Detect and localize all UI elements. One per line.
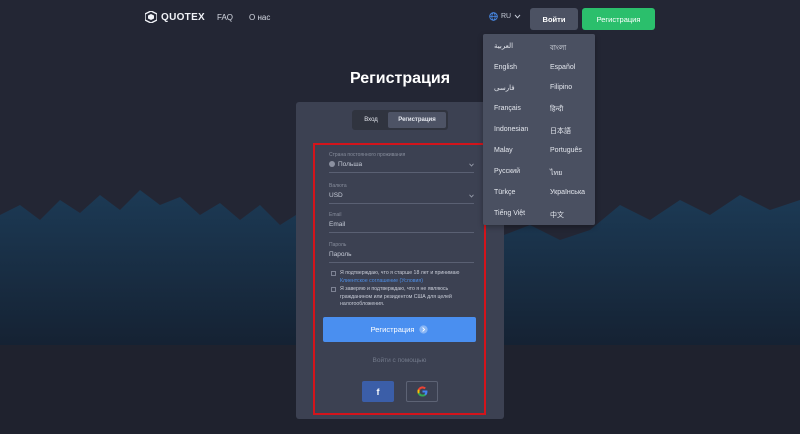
chevron-down-icon (469, 194, 474, 198)
login-button[interactable]: Войти (530, 8, 578, 30)
lang-option-spanish[interactable]: Español (550, 64, 575, 71)
currency-select[interactable]: Валюта USD (329, 183, 474, 204)
email-field[interactable]: Email Email (329, 212, 474, 233)
language-menu: العربية English فارسی Français Indonesia… (483, 34, 595, 225)
lang-option-malay[interactable]: Malay (494, 147, 513, 154)
globe-icon (489, 12, 498, 21)
submit-label: Регистрация (370, 325, 415, 334)
lang-option-portuguese[interactable]: Português (550, 147, 582, 154)
tab-register[interactable]: Регистрация (388, 112, 446, 128)
lang-option-english[interactable]: English (494, 64, 517, 71)
age-terms-text: Я подтверждаю, что я старше 18 лет и при… (340, 270, 460, 276)
page-title: Регистрация (349, 70, 451, 87)
google-login-button[interactable] (406, 381, 438, 402)
checkbox-icon[interactable] (331, 287, 336, 292)
nav-faq-link[interactable]: FAQ (217, 13, 233, 22)
currency-value: USD (329, 192, 343, 199)
quotex-logo-icon (145, 11, 157, 23)
language-selector[interactable]: RU (489, 12, 521, 21)
field-underline (329, 203, 474, 204)
lang-option-thai[interactable]: ไทย (550, 168, 562, 179)
checkbox-icon[interactable] (331, 271, 336, 276)
nav-about-link[interactable]: О нас (249, 13, 270, 22)
agreements: Я подтверждаю, что я старше 18 лет и при… (331, 270, 479, 309)
field-underline (329, 262, 474, 263)
header-register-button[interactable]: Регистрация (582, 8, 655, 30)
age-terms-checkbox[interactable]: Я подтверждаю, что я старше 18 лет и при… (331, 270, 479, 285)
currency-value-row: USD (329, 192, 474, 199)
chevron-down-icon (469, 163, 474, 167)
google-icon (416, 386, 427, 397)
lang-option-hindi[interactable]: हिन्दी (550, 105, 563, 114)
email-label: Email (329, 212, 342, 218)
flag-icon (329, 161, 335, 168)
lang-option-chinese[interactable]: 中文 (550, 210, 564, 220)
arrow-right-icon (419, 325, 429, 334)
lang-option-indonesian[interactable]: Indonesian (494, 126, 528, 133)
lang-option-bengali[interactable]: বাংলা (550, 42, 566, 54)
country-select[interactable]: Страна постоянного проживания Польша (329, 152, 474, 173)
facebook-login-button[interactable]: f (362, 381, 394, 402)
lang-option-french[interactable]: Français (494, 105, 521, 112)
register-submit-button[interactable]: Регистрация (323, 317, 476, 342)
auth-tabs: Вход Регистрация (352, 110, 448, 130)
currency-label: Валюта (329, 183, 347, 189)
lang-option-arabic[interactable]: العربية (494, 42, 513, 50)
country-value: Польша (338, 161, 363, 168)
field-underline (329, 232, 474, 233)
social-login-caption: Войти с помощью (372, 357, 427, 364)
country-label: Страна постоянного проживания (329, 152, 406, 158)
field-underline (329, 172, 474, 173)
lang-option-russian[interactable]: Русский (494, 168, 520, 175)
lang-option-japanese[interactable]: 日本語 (550, 126, 571, 136)
us-resident-checkbox[interactable]: Я заверяю и подтверждаю, что я не являюс… (331, 286, 479, 309)
logo-text: QUOTEX (161, 11, 206, 23)
password-label: Пароль (329, 242, 347, 248)
client-agreement-link[interactable]: Клиентское соглашение (Условия) (340, 278, 423, 284)
email-input[interactable]: Email (329, 221, 474, 228)
logo[interactable]: QUOTEX (145, 11, 205, 23)
lang-option-ukrainian[interactable]: Українська (550, 189, 585, 196)
lang-option-filipino[interactable]: Filipino (550, 84, 572, 91)
country-value-row: Польша (329, 161, 474, 168)
lang-option-turkish[interactable]: Türkçe (494, 189, 515, 196)
top-header: QUOTEX FAQ О нас RU Войти Регистрация (0, 0, 800, 38)
us-resident-text: Я заверяю и подтверждаю, что я не являюс… (340, 286, 452, 307)
password-field[interactable]: Пароль Пароль (329, 242, 474, 263)
language-code: RU (501, 13, 512, 20)
lang-option-vietnamese[interactable]: Tiếng Việt (494, 210, 525, 217)
facebook-icon: f (376, 386, 380, 397)
tab-login[interactable]: Вход (354, 112, 388, 128)
password-input[interactable]: Пароль (329, 251, 474, 258)
lang-option-persian[interactable]: فارسی (494, 84, 515, 92)
chevron-down-icon (514, 14, 521, 19)
